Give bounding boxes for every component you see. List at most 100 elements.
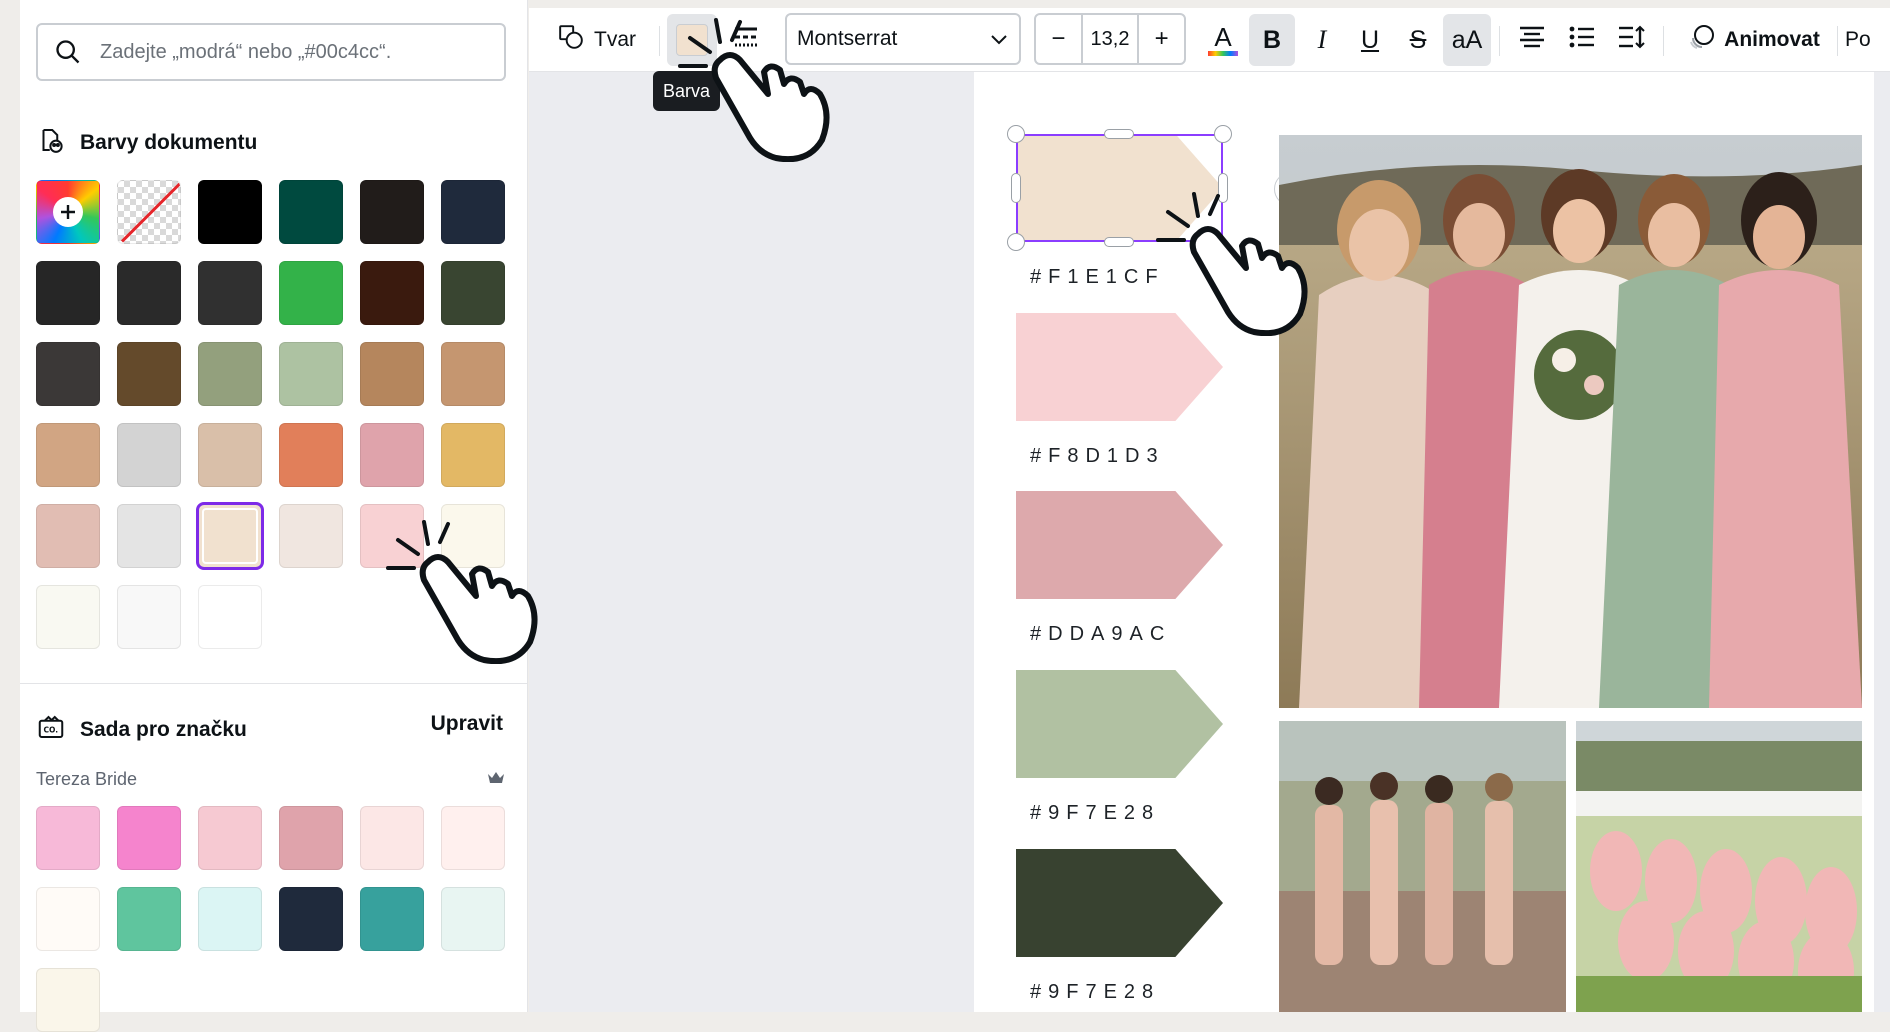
palette-hex-label[interactable]: #9F7E28: [1030, 802, 1160, 825]
letter-case-button[interactable]: aA: [1443, 14, 1491, 66]
resize-handle-bottom[interactable]: [1104, 237, 1134, 247]
palette-hex-label[interactable]: #DDA9AC: [1030, 623, 1171, 646]
font-size-input[interactable]: 13,2: [1080, 15, 1140, 63]
font-family-select[interactable]: Montserrat: [785, 13, 1021, 65]
brand-color-swatch[interactable]: [279, 887, 343, 951]
color-swatch[interactable]: [198, 423, 262, 487]
brand-color-swatch[interactable]: [198, 887, 262, 951]
color-swatch[interactable]: [441, 261, 505, 325]
animate-button[interactable]: Animovat: [1679, 14, 1829, 66]
color-swatch[interactable]: [117, 423, 181, 487]
palette-arrow-shape[interactable]: [1016, 134, 1223, 242]
resize-handle-top-left[interactable]: [1007, 125, 1025, 143]
color-swatch[interactable]: [36, 585, 100, 649]
color-swatch[interactable]: [198, 180, 262, 244]
color-swatch[interactable]: [360, 261, 424, 325]
color-swatch[interactable]: [196, 502, 264, 570]
brand-color-swatch[interactable]: [441, 806, 505, 870]
color-swatch[interactable]: [198, 261, 262, 325]
color-swatch[interactable]: [441, 504, 505, 568]
toolbar-separator: [1663, 26, 1664, 56]
align-center-button[interactable]: [1509, 14, 1555, 66]
resize-handle-top[interactable]: [1104, 129, 1134, 139]
strikethrough-button[interactable]: S: [1395, 14, 1441, 66]
plus-icon: [53, 197, 83, 227]
brand-color-swatch[interactable]: [117, 887, 181, 951]
color-swatch[interactable]: [441, 180, 505, 244]
font-size-stepper: − 13,2 +: [1034, 13, 1186, 65]
brand-color-swatch[interactable]: [279, 806, 343, 870]
color-swatch[interactable]: [279, 180, 343, 244]
color-swatch[interactable]: [360, 180, 424, 244]
palette-arrow-shape[interactable]: [1016, 670, 1223, 778]
transparent-swatch[interactable]: [117, 180, 181, 244]
color-button[interactable]: [667, 14, 717, 66]
color-swatch[interactable]: [36, 423, 100, 487]
resize-handle-left[interactable]: [1011, 173, 1021, 203]
color-swatch[interactable]: [36, 342, 100, 406]
line-spacing-icon: [1618, 25, 1646, 55]
list-button[interactable]: [1559, 14, 1605, 66]
color-swatch[interactable]: [36, 504, 100, 568]
brand-color-swatch[interactable]: [360, 806, 424, 870]
brand-kit-icon: CO.: [36, 712, 66, 748]
color-swatch[interactable]: [279, 261, 343, 325]
bold-button[interactable]: B: [1249, 14, 1295, 66]
color-swatch[interactable]: [117, 261, 181, 325]
color-swatch[interactable]: [117, 504, 181, 568]
panel-divider: [20, 683, 528, 684]
color-swatch[interactable]: [36, 261, 100, 325]
underline-button[interactable]: U: [1347, 14, 1393, 66]
brand-kit-edit-button[interactable]: Upravit: [431, 712, 503, 736]
color-swatch[interactable]: [279, 423, 343, 487]
color-search-box[interactable]: [36, 23, 506, 81]
position-button[interactable]: Po: [1845, 14, 1890, 66]
color-swatch[interactable]: [360, 423, 424, 487]
italic-button[interactable]: I: [1299, 14, 1345, 66]
font-size-increase-button[interactable]: +: [1139, 25, 1184, 53]
bridesmaids-main-photo[interactable]: [1279, 135, 1862, 708]
brand-color-swatch[interactable]: [36, 887, 100, 951]
color-swatch[interactable]: [360, 504, 424, 568]
brand-kit-title: Sada pro značku: [80, 718, 247, 741]
shape-button[interactable]: Tvar: [543, 14, 651, 66]
document-colors-title: Barvy dokumentu: [80, 131, 258, 154]
palette-arrow-shape[interactable]: [1016, 849, 1223, 957]
color-swatch[interactable]: [441, 423, 505, 487]
brand-color-swatch[interactable]: [36, 806, 100, 870]
palette-hex-label[interactable]: #F8D1D3: [1030, 445, 1165, 468]
spacing-button[interactable]: [1609, 14, 1655, 66]
palette-hex-label[interactable]: #9F7E28: [1030, 981, 1160, 1004]
brand-color-swatch[interactable]: [441, 887, 505, 951]
color-search-input[interactable]: [98, 39, 492, 65]
border-style-button[interactable]: [721, 14, 771, 66]
align-center-icon: [1519, 26, 1545, 54]
color-swatch[interactable]: [279, 342, 343, 406]
font-family-value: Montserrat: [797, 27, 898, 50]
wedding-ceremony-photo[interactable]: [1576, 721, 1862, 1012]
text-color-button[interactable]: A: [1199, 14, 1247, 66]
brand-color-swatch[interactable]: [198, 806, 262, 870]
chevron-down-icon: [991, 27, 1007, 51]
palette-arrow-shape[interactable]: [1016, 491, 1223, 599]
brand-color-swatch[interactable]: [117, 806, 181, 870]
current-color-chip: [676, 24, 708, 56]
color-swatch[interactable]: [117, 585, 181, 649]
resize-handle-bottom-left[interactable]: [1007, 233, 1025, 251]
color-swatch[interactable]: [441, 342, 505, 406]
palette-arrow-shape[interactable]: [1016, 313, 1223, 421]
color-swatch[interactable]: [117, 342, 181, 406]
color-swatch[interactable]: [360, 342, 424, 406]
brand-color-swatch[interactable]: [360, 887, 424, 951]
resize-handle-top-right[interactable]: [1214, 125, 1232, 143]
color-swatch[interactable]: [198, 585, 262, 649]
palette-hex-label[interactable]: #F1E1CF: [1030, 266, 1165, 289]
font-size-decrease-button[interactable]: −: [1036, 25, 1081, 53]
add-color-button[interactable]: [36, 180, 100, 244]
crown-icon: [487, 771, 505, 790]
color-swatch[interactable]: [279, 504, 343, 568]
brand-color-swatch[interactable]: [36, 968, 100, 1032]
bridesmaids-photo-two[interactable]: [1279, 721, 1566, 1012]
resize-handle-right[interactable]: [1218, 173, 1228, 203]
color-swatch[interactable]: [198, 342, 262, 406]
